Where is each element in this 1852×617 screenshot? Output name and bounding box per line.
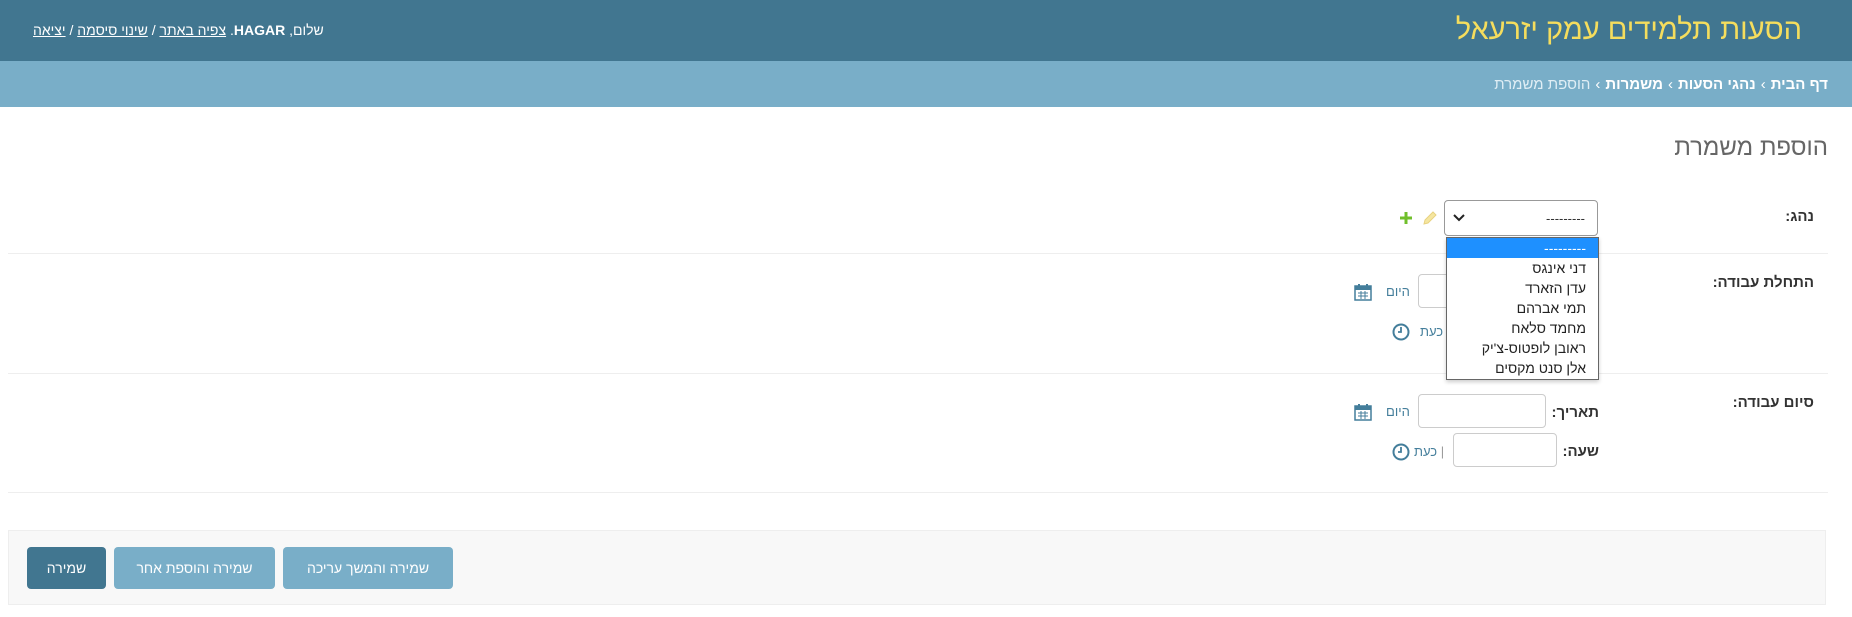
greeting: שלום,	[289, 22, 324, 38]
breadcrumb-separator: ›	[1595, 76, 1601, 93]
breadcrumb-app[interactable]: נהגי הסעות	[1678, 76, 1756, 93]
end-date-input[interactable]	[1418, 394, 1546, 428]
dropdown-option[interactable]: דני אינגס	[1447, 258, 1598, 278]
clock-icon[interactable]	[1392, 323, 1410, 341]
save-button[interactable]: שמירה	[27, 547, 106, 589]
start-today-shortcut: היום	[1386, 284, 1410, 299]
breadcrumb-separator: ›	[1668, 76, 1674, 93]
dropdown-option[interactable]: תמי אברהם	[1447, 298, 1598, 318]
save-add-another-button[interactable]: שמירה והוספת אחר	[114, 547, 275, 589]
breadcrumb: דף הבית›נהגי הסעות›משמרות›הוספת משמרת	[0, 61, 1852, 107]
separator: /	[69, 22, 74, 38]
end-now-link[interactable]: כעת	[1414, 444, 1437, 459]
user-tools: שלום, HAGAR. צפיה באתר / שינוי סיסמה / י…	[33, 22, 324, 38]
separator: /	[151, 22, 156, 38]
page-title: הוספת משמרת	[1674, 134, 1828, 161]
calendar-icon[interactable]	[1354, 403, 1372, 421]
username: HAGAR	[233, 22, 286, 38]
pipe: |	[1440, 444, 1445, 459]
clock-icon[interactable]	[1392, 443, 1410, 461]
end-label: סיום עבודה:	[1732, 394, 1814, 411]
dropdown-option[interactable]: ראובן לופטוס-צ'יק	[1447, 338, 1598, 358]
breadcrumb-home[interactable]: דף הבית	[1771, 76, 1828, 93]
site-title[interactable]: הסעות תלמידים עמק יזרעאל	[1456, 14, 1802, 47]
submit-row: שמירה שמירה והוספת אחר שמירה והמשך עריכה	[8, 530, 1826, 605]
end-time-label: שעה:	[1562, 443, 1599, 460]
breadcrumb-model[interactable]: משמרות	[1605, 76, 1663, 93]
chevron-down-icon	[1453, 214, 1465, 222]
driver-label: נהג:	[1785, 208, 1814, 225]
end-today-link[interactable]: היום	[1386, 404, 1410, 419]
save-continue-button[interactable]: שמירה והמשך עריכה	[283, 547, 453, 589]
driver-dropdown-list: --------- דני אינגס עדן הזארד תמי אברהם …	[1446, 237, 1599, 380]
dropdown-option[interactable]: מחמד סלאח	[1447, 318, 1598, 338]
dropdown-option[interactable]: אלן סנט מקסים	[1447, 358, 1598, 378]
end-now-shortcut: | כעת	[1414, 444, 1444, 459]
start-now-link[interactable]: כעת	[1420, 324, 1443, 339]
driver-select[interactable]: ---------	[1444, 200, 1598, 236]
driver-select-value: ---------	[1546, 211, 1585, 226]
breadcrumb-separator: ›	[1760, 76, 1766, 93]
dropdown-option[interactable]: עדן הזארד	[1447, 278, 1598, 298]
end-date-label: תאריך:	[1551, 404, 1599, 421]
dropdown-option[interactable]: ---------	[1447, 238, 1598, 258]
start-today-link[interactable]: היום	[1386, 284, 1410, 299]
logout-link[interactable]: יציאה	[33, 22, 66, 38]
pencil-icon[interactable]	[1422, 210, 1438, 226]
view-site-link[interactable]: צפיה באתר	[159, 22, 226, 38]
plus-icon[interactable]	[1398, 210, 1414, 226]
end-today-shortcut: היום	[1386, 404, 1410, 419]
start-label: התחלת עבודה:	[1712, 274, 1814, 291]
header: שלום, HAGAR. צפיה באתר / שינוי סיסמה / י…	[0, 0, 1852, 61]
change-password-link[interactable]: שינוי סיסמה	[77, 22, 148, 38]
calendar-icon[interactable]	[1354, 283, 1372, 301]
end-time-input[interactable]	[1453, 433, 1557, 467]
breadcrumb-current: הוספת משמרת	[1494, 76, 1591, 93]
